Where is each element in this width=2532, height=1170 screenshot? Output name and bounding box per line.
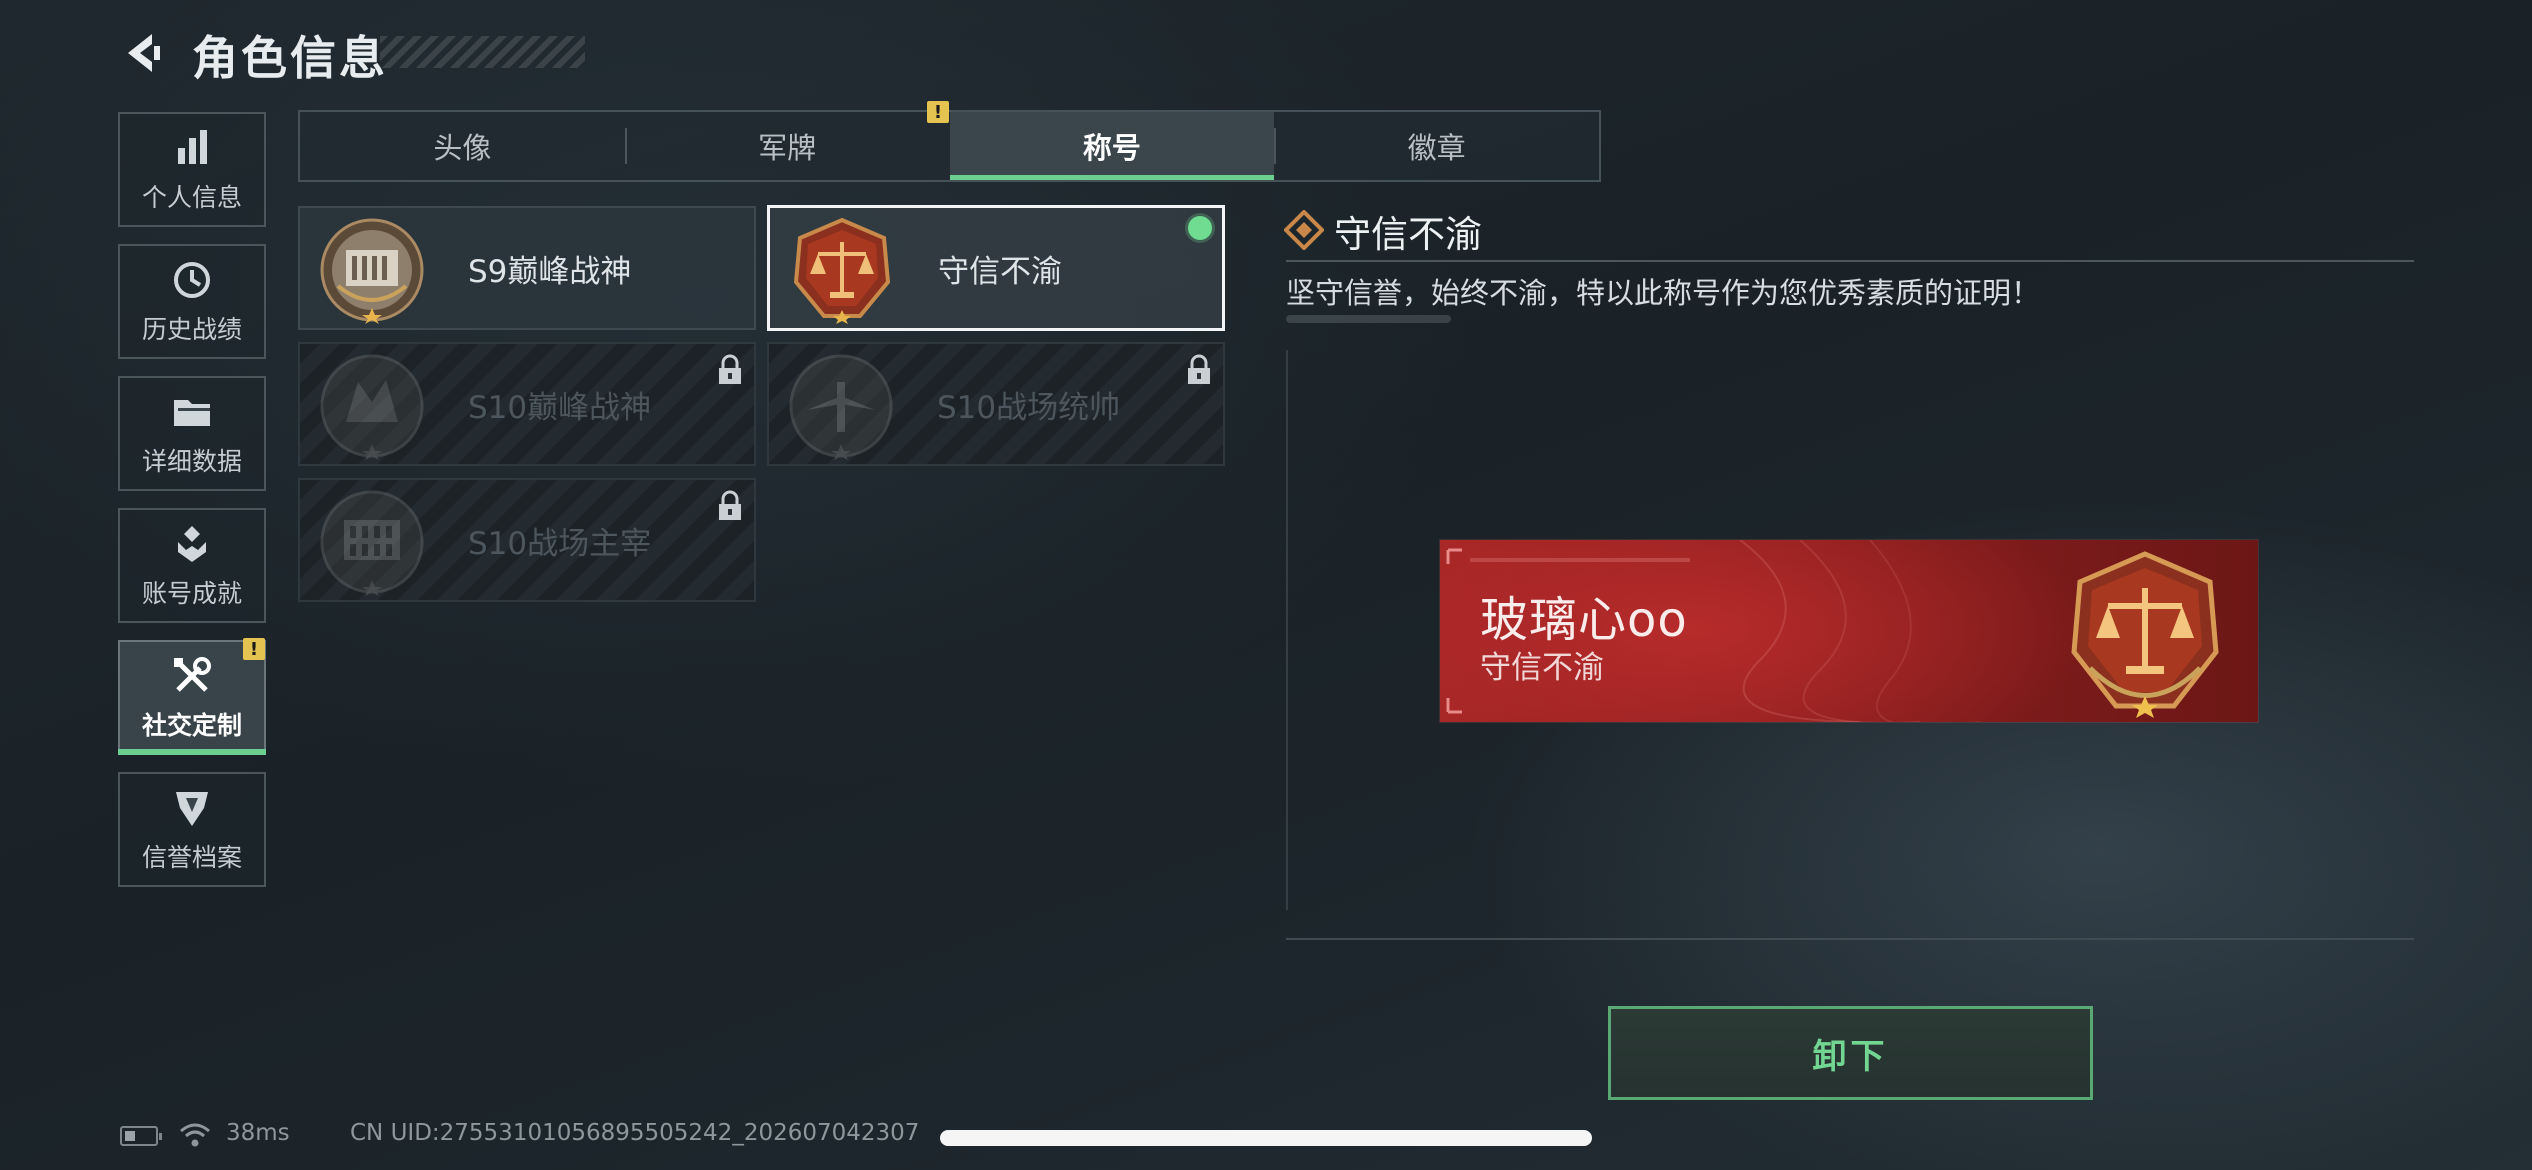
tab-label: 徽章 bbox=[1407, 131, 1466, 165]
title-card-s9-peak-god[interactable]: S9巅峰战神 bbox=[298, 206, 756, 330]
tab-dog-tag[interactable]: 军牌 bbox=[624, 112, 950, 180]
lock-icon bbox=[719, 354, 741, 384]
folder-icon bbox=[174, 399, 210, 426]
sidebar-item-history[interactable]: 历史战绩 bbox=[118, 244, 266, 359]
tools-icon bbox=[174, 656, 211, 692]
title-card-name: S10战场主宰 bbox=[468, 525, 652, 562]
sidebar-item-label: 详细数据 bbox=[141, 446, 242, 476]
title-tab-bar: 头像 军牌 称号 徽章 bbox=[298, 110, 1601, 182]
page-title: 角色信息 bbox=[192, 31, 388, 85]
colosseum-emblem-icon bbox=[320, 490, 424, 596]
sidebar-item-label: 账号成就 bbox=[141, 578, 242, 608]
diamond-title-icon bbox=[1284, 210, 1324, 250]
bar-chart-icon bbox=[178, 129, 207, 164]
title-card-s10-battlefield-marshal[interactable]: S10战场统帅 bbox=[767, 342, 1225, 466]
detail-title: 守信不渝 bbox=[1334, 213, 1482, 256]
sidebar-item-personal-info[interactable]: 个人信息 bbox=[118, 112, 266, 227]
detail-subtext-placeholder bbox=[1286, 315, 1451, 323]
reputation-shield-icon bbox=[176, 791, 208, 826]
wifi-icon bbox=[180, 1123, 210, 1147]
sidebar-item-achievements[interactable]: 账号成就 bbox=[118, 508, 266, 623]
sidebar-item-label: 信誉档案 bbox=[141, 842, 242, 872]
title-banner-preview: 玻璃心oo 守信不渝 bbox=[1440, 540, 2258, 722]
fortress-emblem-icon bbox=[320, 218, 424, 324]
title-card-name: S10战场统帅 bbox=[937, 389, 1121, 426]
lock-icon bbox=[1188, 354, 1210, 384]
detail-description: 坚守信誉，始终不渝，特以此称号作为您优秀素质的证明！ bbox=[1286, 276, 2041, 310]
sidebar-item-label: 个人信息 bbox=[141, 182, 242, 212]
preview-frame-left bbox=[1286, 350, 1288, 910]
header-decoration bbox=[380, 36, 585, 68]
lock-icon bbox=[719, 490, 741, 520]
title-card-s10-peak-god[interactable]: S10巅峰战神 bbox=[298, 342, 756, 466]
uid-readout: CN UID:27553101056895505242_202607042307 bbox=[350, 1120, 920, 1146]
scales-emblem-icon bbox=[2071, 551, 2219, 718]
tab-label: 军牌 bbox=[758, 131, 817, 165]
title-card-name: 守信不渝 bbox=[938, 253, 1062, 290]
sidebar-item-detailed-data[interactable]: 详细数据 bbox=[118, 376, 266, 491]
banner-title-text: 守信不渝 bbox=[1480, 650, 1604, 686]
scales-emblem-icon bbox=[793, 217, 891, 324]
title-card-name: S10巅峰战神 bbox=[468, 389, 652, 426]
tab-label: 称号 bbox=[1082, 131, 1141, 165]
battery-icon bbox=[120, 1126, 162, 1146]
title-card-name: S9巅峰战神 bbox=[468, 253, 632, 290]
tab-label: 头像 bbox=[433, 131, 492, 165]
history-clock-icon bbox=[174, 261, 210, 298]
alert-badge-icon: ! bbox=[243, 638, 265, 660]
banner-player-name: 玻璃心oo bbox=[1480, 592, 1688, 648]
achievement-medal-icon bbox=[178, 525, 206, 562]
sidebar-item-label: 历史战绩 bbox=[141, 314, 242, 344]
equipped-indicator bbox=[1188, 216, 1212, 240]
alert-badge-icon: ! bbox=[927, 101, 949, 123]
detail-divider bbox=[1286, 260, 2414, 262]
aircraft-emblem-icon bbox=[789, 354, 893, 460]
unequip-button[interactable]: 卸下 bbox=[1608, 1006, 2093, 1100]
title-card-s10-battlefield-dominator[interactable]: S10战场主宰 bbox=[298, 478, 756, 602]
fortress-emblem-icon bbox=[320, 354, 424, 460]
sidebar-item-reputation[interactable]: 信誉档案 bbox=[118, 772, 266, 887]
preview-frame-bottom bbox=[1286, 938, 2414, 940]
tab-titles[interactable]: 称号 bbox=[949, 112, 1275, 180]
home-indicator[interactable] bbox=[940, 1130, 1592, 1146]
ping-readout: 38ms bbox=[226, 1120, 290, 1146]
back-arrow-icon[interactable] bbox=[118, 28, 168, 78]
title-card-trustworthy[interactable]: 守信不渝 bbox=[767, 205, 1225, 331]
sidebar-item-label: 社交定制 bbox=[141, 710, 242, 740]
tab-badges[interactable]: 徽章 bbox=[1274, 112, 1599, 180]
tab-avatar[interactable]: 头像 bbox=[300, 112, 625, 180]
